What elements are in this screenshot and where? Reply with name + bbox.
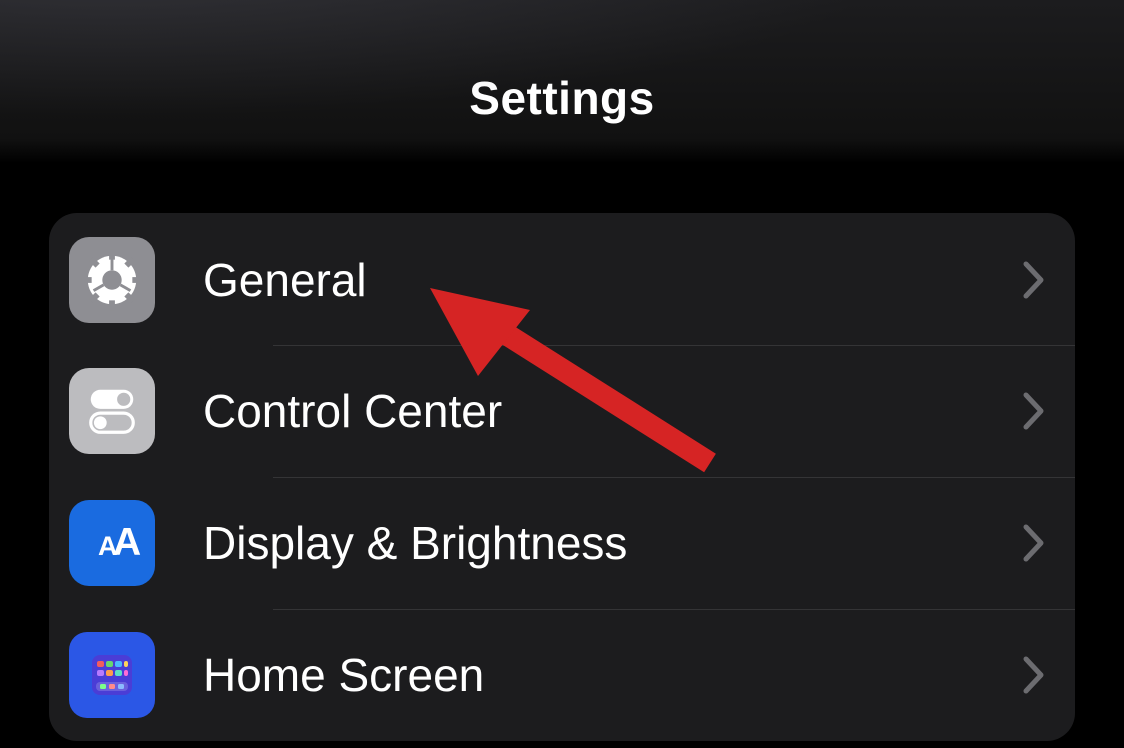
header-bar: Settings xyxy=(0,0,1124,163)
settings-list-wrapper: General Control Center xyxy=(0,163,1124,741)
page-title: Settings xyxy=(469,71,654,125)
row-label: Control Center xyxy=(203,384,1023,438)
text-size-icon: A A xyxy=(69,500,155,586)
toggles-icon xyxy=(69,368,155,454)
row-display-brightness[interactable]: A A Display & Brightness xyxy=(49,477,1075,609)
row-label: General xyxy=(203,253,1023,307)
row-general[interactable]: General xyxy=(49,213,1075,345)
svg-text:A: A xyxy=(113,521,141,564)
settings-list: General Control Center xyxy=(49,213,1075,741)
chevron-right-icon xyxy=(1023,392,1045,430)
gear-icon xyxy=(69,237,155,323)
home-grid-icon xyxy=(69,632,155,718)
chevron-right-icon xyxy=(1023,656,1045,694)
chevron-right-icon xyxy=(1023,524,1045,562)
row-label: Display & Brightness xyxy=(203,516,1023,570)
row-home-screen[interactable]: Home Screen xyxy=(49,609,1075,741)
row-control-center[interactable]: Control Center xyxy=(49,345,1075,477)
chevron-right-icon xyxy=(1023,261,1045,299)
row-label: Home Screen xyxy=(203,648,1023,702)
